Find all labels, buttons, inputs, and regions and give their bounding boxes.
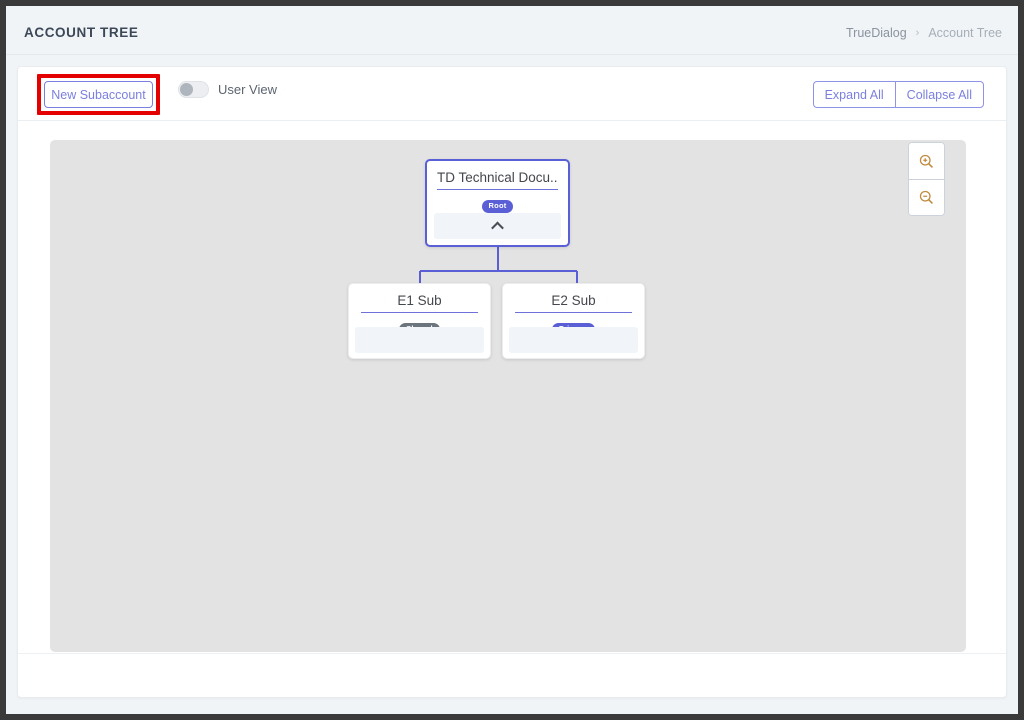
- account-tree-card: New Subaccount User View Expand All Coll…: [17, 66, 1007, 698]
- breadcrumb-item-truedialog[interactable]: TrueDialog: [846, 26, 907, 40]
- tree-node-root-title: TD Technical Docu...: [437, 161, 558, 190]
- page-title: ACCOUNT TREE: [24, 25, 138, 40]
- new-subaccount-button[interactable]: New Subaccount: [44, 81, 153, 108]
- page-header: ACCOUNT TREE TrueDialog › Account Tree: [6, 6, 1018, 55]
- card-footer: [18, 653, 1006, 697]
- expand-all-button[interactable]: Expand All: [813, 81, 895, 108]
- status-badge-root: Root: [482, 200, 514, 213]
- zoom-in-button[interactable]: [909, 143, 944, 179]
- tree-node-e1-sub[interactable]: E1 Sub Shared: [348, 283, 491, 359]
- breadcrumb-item-current: Account Tree: [928, 26, 1002, 40]
- zoom-in-icon: [918, 153, 935, 170]
- breadcrumb: TrueDialog › Account Tree: [846, 26, 1002, 40]
- tree-node-e1-footer[interactable]: [355, 327, 484, 353]
- user-view-toggle[interactable]: [178, 81, 209, 98]
- toolbar: New Subaccount User View Expand All Coll…: [18, 67, 1006, 121]
- zoom-out-icon: [918, 189, 935, 206]
- app-root: ACCOUNT TREE TrueDialog › Account Tree N…: [6, 6, 1018, 714]
- collapse-all-button[interactable]: Collapse All: [895, 81, 984, 108]
- tree-canvas[interactable]: TD Technical Docu... Root E1 Sub Shared …: [50, 140, 966, 652]
- user-view-toggle-group[interactable]: User View: [178, 81, 277, 98]
- tree-node-e1-title: E1 Sub: [361, 284, 478, 313]
- breadcrumb-separator-icon: ›: [916, 27, 920, 39]
- zoom-out-button[interactable]: [909, 179, 944, 215]
- tree-node-root[interactable]: TD Technical Docu... Root: [425, 159, 570, 247]
- user-view-label: User View: [218, 82, 277, 97]
- toggle-knob: [180, 83, 193, 96]
- tree-node-e2-title: E2 Sub: [515, 284, 632, 313]
- zoom-controls: [908, 142, 945, 216]
- tree-node-e2-sub[interactable]: E2 Sub Primary: [502, 283, 645, 359]
- tree-node-root-collapse-toggle[interactable]: [434, 213, 561, 239]
- tree-node-root-badge-row: Root: [427, 190, 568, 213]
- expand-collapse-button-group: Expand All Collapse All: [813, 81, 984, 108]
- tree-node-e2-footer[interactable]: [509, 327, 638, 353]
- chevron-up-icon: [491, 221, 504, 234]
